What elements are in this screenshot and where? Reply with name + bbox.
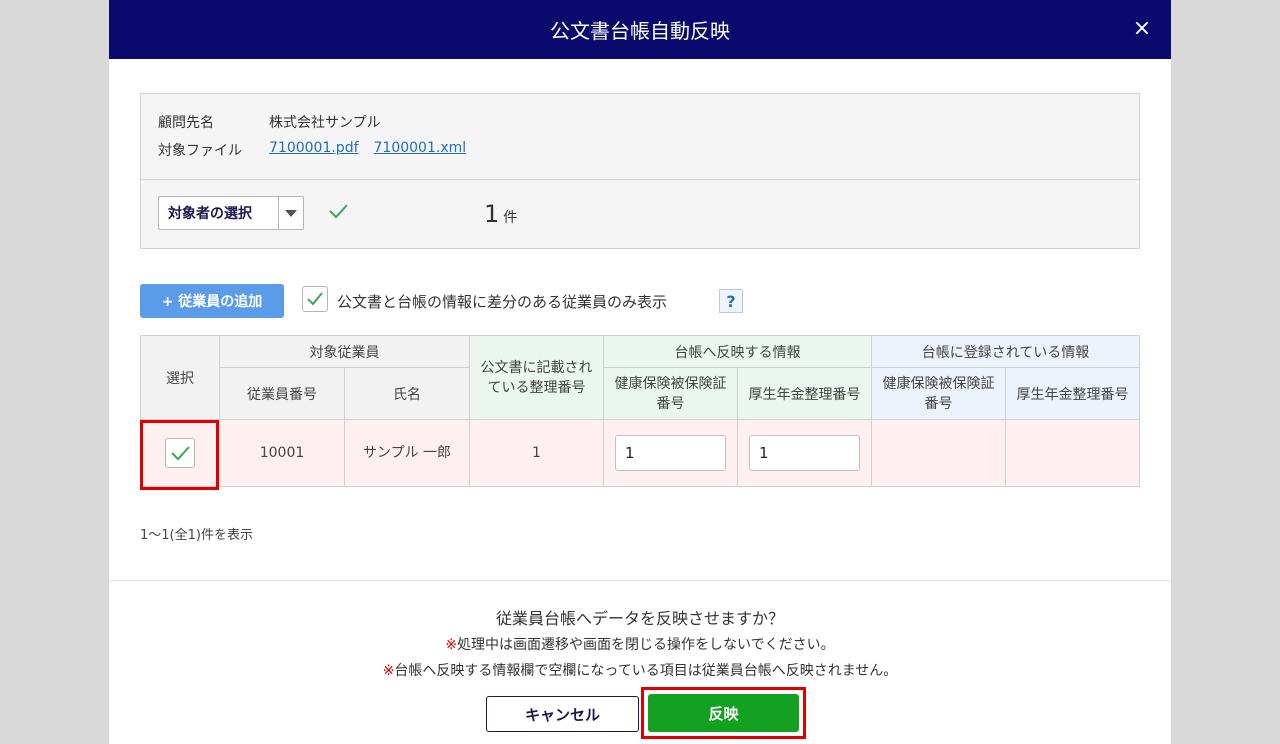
file-link-xml[interactable]: 7100001.xml xyxy=(374,140,467,160)
file-link-pdf[interactable]: 7100001.pdf xyxy=(269,140,359,160)
warning-note-1: ※処理中は画面遷移や画面を閉じる操作をしないでください。 xyxy=(109,634,1171,654)
registered-health-cell xyxy=(871,419,1006,487)
dialog-header: 公文書台帳自動反映 × xyxy=(109,0,1171,59)
file-label: 対象ファイル xyxy=(158,143,242,159)
diff-only-label: 公文書と台帳の情報に差分のある従業員のみ表示 xyxy=(337,293,668,311)
note-text-1: 処理中は画面遷移や画面を閉じる操作をしないでください。 xyxy=(457,637,835,653)
col-registered-health: 健康保険被保険証番号 xyxy=(871,367,1006,420)
note-text-2: 台帳へ反映する情報欄で空欄になっている項目は従業員台帳へ反映されません。 xyxy=(394,663,898,679)
reflect-pension-cell xyxy=(737,419,872,487)
col-doc-number: 公文書に記載されている整理番号 xyxy=(469,335,604,420)
col-registered-pension: 厚生年金整理番号 xyxy=(1005,367,1140,420)
col-select: 選択 xyxy=(140,335,220,420)
target-select-dropdown[interactable]: 対象者の選択 xyxy=(158,196,304,230)
warning-note-2: ※台帳へ反映する情報欄で空欄になっている項目は従業員台帳へ反映されません。 xyxy=(109,660,1171,680)
close-icon[interactable]: × xyxy=(1127,14,1157,44)
check-icon xyxy=(171,446,190,461)
client-label: 顧問先名 xyxy=(158,115,214,131)
col-employee-no: 従業員番号 xyxy=(219,367,345,420)
client-value: 株式会社サンプル xyxy=(269,115,381,131)
divider xyxy=(141,179,1139,180)
employee-no-cell: 10001 xyxy=(219,419,345,487)
pension-number-input[interactable] xyxy=(749,435,860,471)
help-icon[interactable]: ? xyxy=(719,289,743,313)
target-select-label: 対象者の選択 xyxy=(168,206,252,222)
check-icon xyxy=(307,292,323,306)
diff-only-checkbox[interactable] xyxy=(302,286,328,312)
col-name: 氏名 xyxy=(344,367,470,420)
row-select-checkbox[interactable] xyxy=(165,438,195,468)
registered-pension-cell xyxy=(1005,419,1140,487)
apply-button[interactable]: 反映 xyxy=(648,694,799,732)
dialog-title: 公文書台帳自動反映 xyxy=(550,19,730,43)
check-icon xyxy=(329,204,348,219)
footer-divider xyxy=(109,580,1171,581)
pager-info: 1〜1(全1)件を表示 xyxy=(140,528,253,543)
doc-number-cell: 1 xyxy=(469,419,604,487)
confirm-question: 従業員台帳へデータを反映させますか？ xyxy=(495,609,784,628)
select-cell xyxy=(140,419,220,487)
col-registered-group: 台帳に登録されている情報 xyxy=(871,335,1140,368)
add-employee-button[interactable]: + 従業員の追加 xyxy=(140,284,284,318)
client-row: 顧問先名 株式会社サンプル xyxy=(158,112,381,132)
col-reflect-pension: 厚生年金整理番号 xyxy=(737,367,872,420)
reflect-dialog: 公文書台帳自動反映 × 顧問先名 株式会社サンプル 対象ファイル 7100001… xyxy=(109,0,1171,744)
col-reflect-group: 台帳へ反映する情報 xyxy=(603,335,872,368)
chevron-down-icon[interactable] xyxy=(278,197,303,229)
info-panel: 顧問先名 株式会社サンプル 対象ファイル 7100001.pdf 7100001… xyxy=(140,93,1140,249)
col-target-employee: 対象従業員 xyxy=(219,335,470,368)
note-mark: ※ xyxy=(382,663,395,679)
col-reflect-health: 健康保険被保険証番号 xyxy=(603,367,738,420)
reflect-health-cell xyxy=(603,419,738,487)
target-count-value: 1 xyxy=(484,200,500,228)
table-row: 10001 サンプル 一郎 1 xyxy=(140,419,1140,487)
target-count: 1件 xyxy=(484,200,517,228)
file-row: 対象ファイル 7100001.pdf 7100001.xml xyxy=(158,140,481,160)
name-cell: サンプル 一郎 xyxy=(344,419,470,487)
health-insurance-input[interactable] xyxy=(615,435,726,471)
employee-table: 選択 対象従業員 公文書に記載されている整理番号 台帳へ反映する情報 台帳に登録… xyxy=(140,335,1140,487)
cancel-button[interactable]: キャンセル xyxy=(486,696,639,732)
note-mark: ※ xyxy=(445,637,458,653)
target-count-unit: 件 xyxy=(503,210,518,226)
